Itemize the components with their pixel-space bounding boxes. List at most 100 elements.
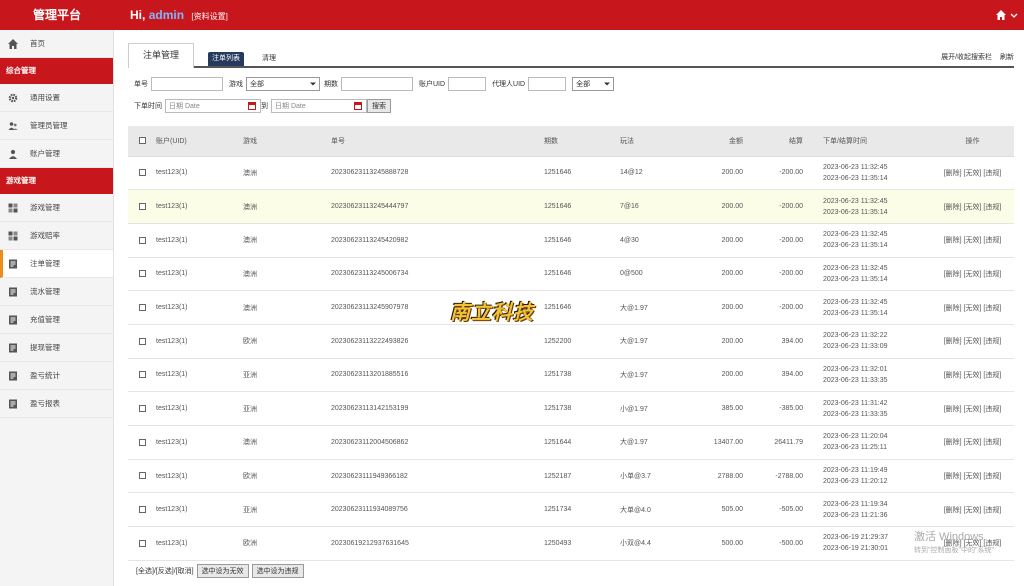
row-checkbox[interactable] (138, 506, 146, 514)
cell-amount: 200.00 (686, 324, 743, 359)
table-row[interactable]: test123(1) 亚洲 20230623113142153199 1251738 小… (128, 391, 1014, 426)
sidebar-item[interactable]: 游戏赔率 (0, 222, 113, 250)
order-no-input[interactable] (151, 77, 223, 91)
cell-ops[interactable]: [删除] [无效] [违规] (931, 459, 1014, 494)
row-checkbox[interactable] (138, 270, 146, 278)
table-row[interactable]: test123(1) 澳洲 20230623113245006734 1251646 0… (128, 257, 1014, 292)
table-row[interactable]: test123(1) 澳洲 20230623113245907978 1251646 大… (128, 290, 1014, 325)
calendar-icon[interactable] (354, 102, 362, 110)
cell-account: test123(1) (156, 324, 243, 359)
cell-period: 1251646 (544, 189, 620, 224)
sidebar-item[interactable]: 提现管理 (0, 334, 113, 362)
settle-time: 2023-06-23 11:35:14 (823, 275, 888, 283)
row-checkbox[interactable] (138, 337, 146, 345)
tab-bet-management[interactable]: 注单管理 (128, 43, 194, 68)
sidebar-item-label: 账户管理 (30, 149, 60, 158)
bet-table: 账户(UID) 游戏 单号 期数 玩法 金额 结算 下单/结算时间 操作 tes… (128, 126, 1014, 561)
set-violation-button[interactable]: 选中设为违规 (251, 564, 304, 578)
home-icon (996, 10, 1006, 20)
cell-game: 亚洲 (243, 391, 331, 426)
row-checkbox[interactable] (138, 539, 146, 547)
cell-ops[interactable]: [删除] [无效] [违规] (931, 358, 1014, 393)
row-checkbox[interactable] (138, 404, 146, 412)
refresh-link[interactable]: 刷新 (1000, 54, 1014, 61)
select-all-checkbox[interactable] (138, 137, 146, 145)
table-row[interactable]: test123(1) 澳洲 20230623113245444797 1251646 7… (128, 189, 1014, 224)
table-row[interactable]: test123(1) 澳洲 20230623113245420982 1251646 4… (128, 223, 1014, 258)
sidebar-item[interactable]: 盈亏统计 (0, 362, 113, 390)
order-time: 2023-06-23 11:32:45 (823, 197, 888, 205)
home-icon (8, 39, 18, 49)
row-checkbox[interactable] (138, 202, 146, 210)
period-input[interactable] (341, 77, 413, 91)
activation-hint: 转到"控制面板"中的"系统" (914, 547, 994, 554)
row-checkbox[interactable] (138, 472, 146, 480)
table-row[interactable]: test123(1) 欧洲 20230623113222493826 1252200 大… (128, 324, 1014, 359)
end-date-input[interactable]: 日期 Date (271, 99, 367, 113)
table-row[interactable]: test123(1) 亚洲 20230623113201885516 1251738 大… (128, 358, 1014, 393)
start-date-input[interactable]: 日期 Date (165, 99, 261, 113)
cell-ops[interactable]: [删除] [无效] [违规] (931, 324, 1014, 359)
cell-game: 欧洲 (243, 459, 331, 494)
subtab-clear[interactable]: 清理 (258, 52, 280, 66)
account-uid-input[interactable] (448, 77, 487, 91)
cell-game: 欧洲 (243, 324, 331, 359)
calendar-icon[interactable] (248, 102, 256, 110)
table-row[interactable]: test123(1) 澳洲 20230623113245888728 1251646 1… (128, 156, 1014, 191)
cell-ops[interactable]: [删除] [无效] [违规] (931, 156, 1014, 191)
cell-account: test123(1) (156, 223, 243, 258)
cell-ops[interactable]: [删除] [无效] [违规] (931, 492, 1014, 528)
filter-row-2: 下单时间 日期 Date 到 日期 Date 搜索 (134, 99, 391, 113)
cell-settle: -200.00 (743, 223, 803, 258)
subtab-bet-list[interactable]: 注单列表 (208, 52, 244, 66)
col-play: 玩法 (620, 126, 686, 157)
cell-period: 1251646 (544, 290, 620, 325)
agent-select[interactable]: 全部 (572, 77, 615, 91)
row-checkbox-cell (128, 290, 156, 325)
table-row[interactable]: test123(1) 欧洲 20230623111949366182 1252187 小… (128, 459, 1014, 494)
row-checkbox[interactable] (138, 169, 146, 177)
sidebar-item[interactable]: 注单管理 (0, 250, 113, 278)
username-link[interactable]: admin (149, 8, 184, 22)
row-checkbox[interactable] (138, 371, 146, 379)
cell-ops[interactable]: [删除] [无效] [违规] (931, 425, 1014, 460)
sidebar-item[interactable]: 账户管理 (0, 140, 113, 168)
set-invalid-button[interactable]: 选中设为无效 (196, 564, 249, 578)
row-checkbox-cell (128, 156, 156, 191)
settle-time: 2023-06-23 11:33:09 (823, 343, 888, 351)
sidebar-item[interactable]: 游戏管理 (0, 194, 113, 222)
cell-play: 大@1.97 (620, 324, 686, 359)
table-row[interactable]: test123(1) 亚洲 20230623111934089756 1251734 大… (128, 492, 1014, 528)
sidebar-item[interactable]: 管理员管理 (0, 112, 113, 140)
cell-ops[interactable]: [删除] [无效] [违规] (931, 391, 1014, 426)
sidebar-item[interactable]: 首页 (0, 30, 113, 58)
sidebar-item[interactable]: 充值管理 (0, 306, 113, 334)
agent-uid-input[interactable] (528, 77, 567, 91)
row-checkbox-cell (128, 391, 156, 426)
toggle-search-link[interactable]: 展开/收起搜索栏 (941, 54, 992, 61)
sidebar-item[interactable]: 通用设置 (0, 84, 113, 112)
cell-ops[interactable]: [删除] [无效] [违规] (931, 223, 1014, 258)
order-no-label: 单号 (134, 81, 148, 88)
sidebar-item[interactable]: 盈亏报表 (0, 390, 113, 418)
cell-ops[interactable]: [删除] [无效] [违规] (931, 257, 1014, 292)
windows-activation-notice: 激活 Windows 转到"控制面板"中的"系统" (914, 530, 1024, 558)
row-checkbox-cell (128, 425, 156, 460)
doc-icon (9, 287, 17, 297)
search-button[interactable]: 搜索 (367, 99, 391, 113)
game-select[interactable]: 全部 (246, 77, 320, 91)
cell-amount: 385.00 (686, 391, 743, 426)
cell-account: test123(1) (156, 257, 243, 292)
select-links[interactable]: [全选]/[反选]/[取消] (136, 566, 194, 576)
profile-settings-link[interactable]: [资料设置] (191, 12, 227, 21)
table-row[interactable]: test123(1) 澳洲 20230623112004506862 1251644 大… (128, 425, 1014, 460)
table-row[interactable]: test123(1) 欧洲 20230619212937631645 1250493 小… (128, 526, 1014, 561)
home-button[interactable] (996, 7, 1018, 23)
order-time: 2023-06-23 11:32:45 (823, 298, 888, 306)
row-checkbox[interactable] (138, 303, 146, 311)
cell-ops[interactable]: [删除] [无效] [违规] (931, 189, 1014, 224)
cell-ops[interactable]: [删除] [无效] [违规] (931, 290, 1014, 325)
row-checkbox[interactable] (138, 438, 146, 446)
sidebar-item[interactable]: 流水管理 (0, 278, 113, 306)
row-checkbox[interactable] (138, 236, 146, 244)
